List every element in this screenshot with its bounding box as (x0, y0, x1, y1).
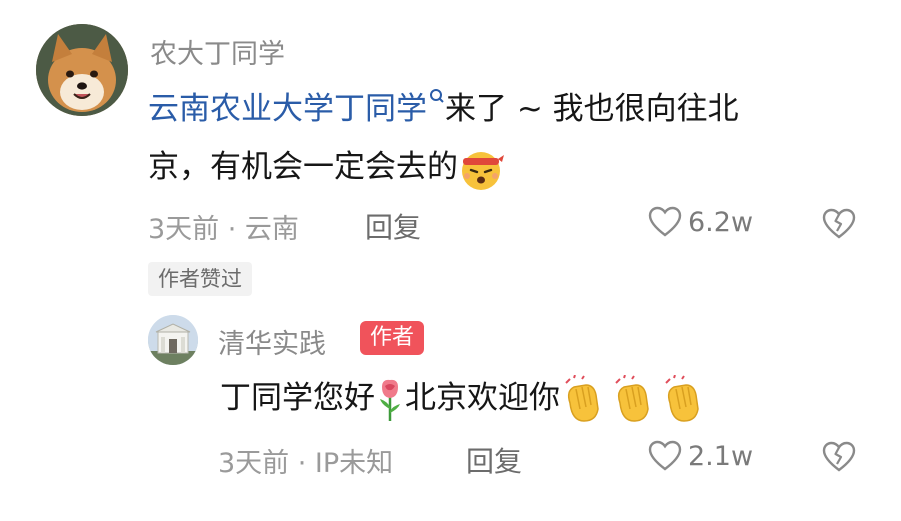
tsinghua-gate-icon (148, 315, 198, 365)
reply-like-count: 2.1w (688, 440, 754, 472)
comment-text-line1: 来了 ~ 我也很向往北 (445, 91, 739, 127)
commenter-avatar[interactable] (36, 24, 128, 116)
dislike-broken-heart-icon[interactable] (822, 441, 856, 473)
reply-avatar[interactable] (148, 315, 198, 365)
heart-outline-icon (648, 206, 682, 237)
reply-text: 丁同学您好 北京欢迎你 (220, 369, 710, 427)
reply-like-button[interactable]: 2.1w (648, 440, 753, 472)
comment-like-count: 6.2w (688, 206, 754, 238)
comment-reply-button[interactable]: 回复 (365, 206, 421, 246)
dislike-broken-heart-icon[interactable] (822, 208, 856, 240)
reply-reply-button[interactable]: 回复 (466, 440, 522, 480)
author-liked-badge: 作者赞过 (148, 262, 252, 296)
headband-emoji-icon (462, 151, 504, 190)
reply-username[interactable]: 清华实践 (218, 322, 326, 361)
clapping-hands-emoji-icon (565, 374, 699, 422)
reply-text-welcome: 北京欢迎你 (405, 380, 560, 416)
search-icon[interactable] (427, 86, 445, 116)
comment-text-line2: 京，有机会一定会去的 (148, 149, 458, 185)
shiba-dog-icon (36, 24, 128, 116)
comment-meta: 3天前 · 云南 (148, 214, 299, 245)
comment-like-button[interactable]: 6.2w (648, 206, 753, 238)
commenter-username[interactable]: 农大丁同学 (150, 32, 285, 71)
author-badge: 作者 (360, 321, 425, 355)
mention-search-link[interactable]: 云南农业大学丁同学 (148, 91, 427, 127)
heart-outline-icon (648, 440, 682, 471)
reply-meta: 3天前 · IP未知 (218, 448, 394, 479)
reply-text-greeting: 丁同学您好 (220, 380, 375, 416)
comment-text: 云南农业大学丁同学 来了 ~ 我也很向往北 京，有机会一定会去的 (148, 80, 878, 196)
rose-emoji-icon (380, 379, 400, 421)
